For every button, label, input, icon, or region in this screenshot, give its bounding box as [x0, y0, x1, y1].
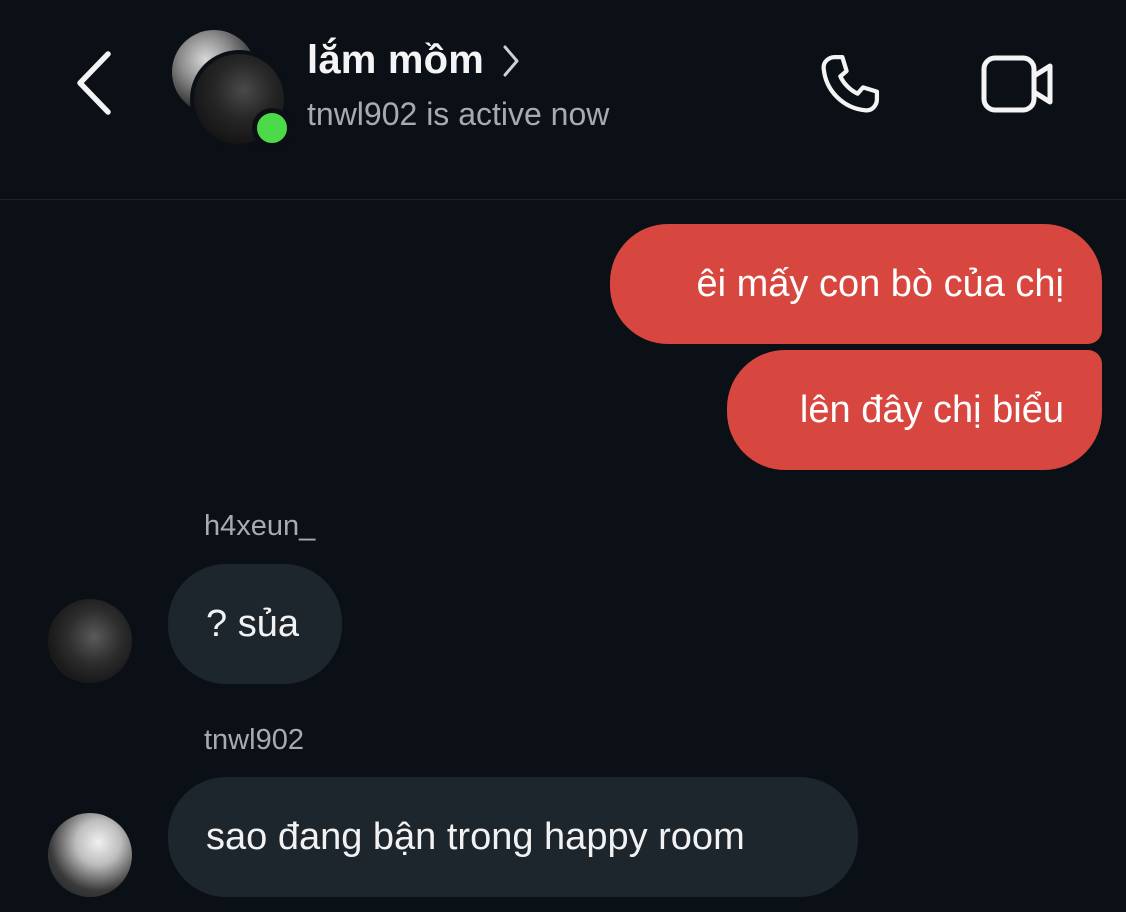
sent-message[interactable]: lên đây chị biểu [727, 350, 1102, 470]
avatar[interactable] [48, 813, 132, 897]
chevron-right-icon [502, 44, 520, 78]
voice-call-button[interactable] [808, 48, 892, 124]
sender-name: h4xeun_ [204, 510, 316, 542]
message-text: lên đây chị biểu [799, 389, 1064, 431]
message-text: sao đang bận trong happy room [206, 816, 745, 858]
chevron-left-icon [74, 50, 114, 121]
message-text: ? sủa [206, 603, 299, 645]
phone-icon [815, 50, 885, 123]
sender-name: tnwl902 [204, 724, 304, 756]
online-indicator [252, 108, 292, 148]
chat-title: lắm mồm [307, 38, 485, 82]
back-button[interactable] [62, 50, 126, 120]
sent-message[interactable]: êi mấy con bò của chị [610, 224, 1102, 344]
active-status: tnwl902 is active now [307, 96, 610, 132]
video-camera-icon [980, 52, 1056, 121]
message-text: êi mấy con bò của chị [696, 263, 1064, 305]
received-message[interactable]: ? sủa [168, 564, 342, 684]
group-avatar[interactable] [172, 30, 292, 148]
chat-title-link[interactable]: lắm mồm [307, 38, 520, 83]
video-call-button[interactable] [972, 48, 1064, 124]
avatar[interactable] [48, 599, 132, 683]
received-message[interactable]: sao đang bận trong happy room [168, 777, 858, 897]
chat-screen: lắm mồm tnwl902 is active now êi mấy con… [0, 0, 1126, 912]
chat-header: lắm mồm tnwl902 is active now [0, 0, 1126, 200]
